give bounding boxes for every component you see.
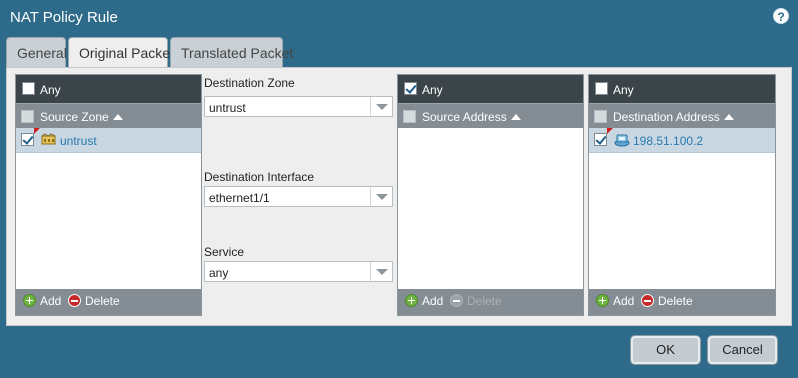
chevron-down-icon[interactable]: [370, 262, 392, 281]
add-icon: [23, 294, 36, 308]
tab-original-packet[interactable]: Original Packet: [68, 37, 174, 68]
source-address-column-label: Source Address: [422, 110, 507, 124]
source-address-delete-button: Delete: [450, 294, 502, 308]
dialog-titlebar: NAT Policy Rule ?: [0, 0, 798, 36]
delete-icon: [450, 294, 463, 308]
service-label: Service: [204, 245, 245, 259]
zone-icon: [41, 133, 56, 149]
destination-address-select-all-checkbox[interactable]: [594, 110, 607, 126]
help-icon[interactable]: ?: [773, 8, 789, 24]
destination-zone-value: untrust: [209, 101, 246, 115]
sort-ascending-icon: [510, 113, 521, 120]
dialog-title: NAT Policy Rule: [10, 9, 118, 26]
destination-address-any-header: Any: [589, 75, 775, 103]
source-address-column-header[interactable]: Source Address: [398, 103, 583, 128]
source-zone-column-header[interactable]: Source Zone: [16, 103, 201, 128]
source-address-toolbar: Add Delete: [398, 289, 583, 315]
destination-address-column-label: Destination Address: [613, 110, 720, 124]
destination-address-any-checkbox[interactable]: [595, 82, 608, 98]
destination-settings: Destination Zone untrust Destination Int…: [204, 74, 394, 316]
destination-interface-label: Destination Interface: [204, 170, 315, 184]
source-address-panel: Any Source Address Add Delete: [397, 74, 584, 316]
destination-address-panel: Any Destination Address 198.51.100.2 Add…: [588, 74, 776, 316]
destination-address-row-label[interactable]: 198.51.100.2: [633, 134, 703, 148]
destination-zone-label: Destination Zone: [204, 76, 295, 90]
destination-address-row-checkbox[interactable]: [594, 133, 607, 149]
tab-content-original-packet: Any Source Zone untrust Add Delete Desti…: [6, 67, 792, 326]
delete-icon: [68, 294, 81, 308]
source-address-select-all-checkbox[interactable]: [403, 110, 416, 126]
source-address-any-label: Any: [422, 83, 443, 97]
sort-ascending-icon: [723, 113, 734, 120]
destination-zone-select[interactable]: untrust: [204, 96, 393, 117]
chevron-down-icon[interactable]: [370, 97, 392, 116]
add-icon: [596, 294, 609, 308]
address-object-icon: [614, 133, 630, 150]
destination-address-any-label: Any: [613, 83, 634, 97]
source-address-any-checkbox[interactable]: [404, 82, 417, 98]
service-value: any: [209, 266, 229, 280]
source-zone-row-label[interactable]: untrust: [60, 134, 97, 148]
source-zone-delete-button[interactable]: Delete: [68, 294, 120, 308]
delete-icon: [641, 294, 654, 308]
destination-interface-select[interactable]: ethernet1/1: [204, 186, 393, 207]
source-zone-toolbar: Add Delete: [16, 289, 201, 315]
modified-flag-icon: [607, 128, 613, 134]
source-zone-any-label: Any: [40, 83, 61, 97]
sort-ascending-icon: [112, 113, 123, 120]
destination-address-column-header[interactable]: Destination Address: [589, 103, 775, 128]
destination-address-row[interactable]: 198.51.100.2: [589, 128, 775, 153]
destination-interface-value: ethernet1/1: [209, 191, 270, 205]
source-zone-row-checkbox[interactable]: [21, 133, 34, 149]
ok-button[interactable]: OK: [631, 336, 700, 364]
add-icon: [405, 294, 418, 308]
source-zone-any-header: Any: [16, 75, 201, 103]
destination-address-add-button[interactable]: Add: [596, 294, 634, 308]
source-zone-column-label: Source Zone: [40, 110, 109, 124]
tab-translated-packet[interactable]: Translated Packet: [170, 37, 293, 67]
source-address-add-button[interactable]: Add: [405, 294, 443, 308]
source-zone-panel: Any Source Zone untrust Add Delete: [15, 74, 202, 316]
source-zone-row[interactable]: untrust: [16, 128, 201, 153]
modified-flag-icon: [34, 128, 40, 134]
source-zone-any-checkbox[interactable]: [22, 82, 35, 98]
source-zone-add-button[interactable]: Add: [23, 294, 61, 308]
destination-address-toolbar: Add Delete: [589, 289, 775, 315]
destination-address-delete-button[interactable]: Delete: [641, 294, 693, 308]
source-address-any-header: Any: [398, 75, 583, 103]
tab-general[interactable]: General: [6, 37, 67, 67]
cancel-button[interactable]: Cancel: [708, 336, 777, 364]
chevron-down-icon[interactable]: [370, 187, 392, 206]
service-select[interactable]: any: [204, 261, 393, 282]
source-zone-select-all-checkbox[interactable]: [21, 110, 34, 126]
